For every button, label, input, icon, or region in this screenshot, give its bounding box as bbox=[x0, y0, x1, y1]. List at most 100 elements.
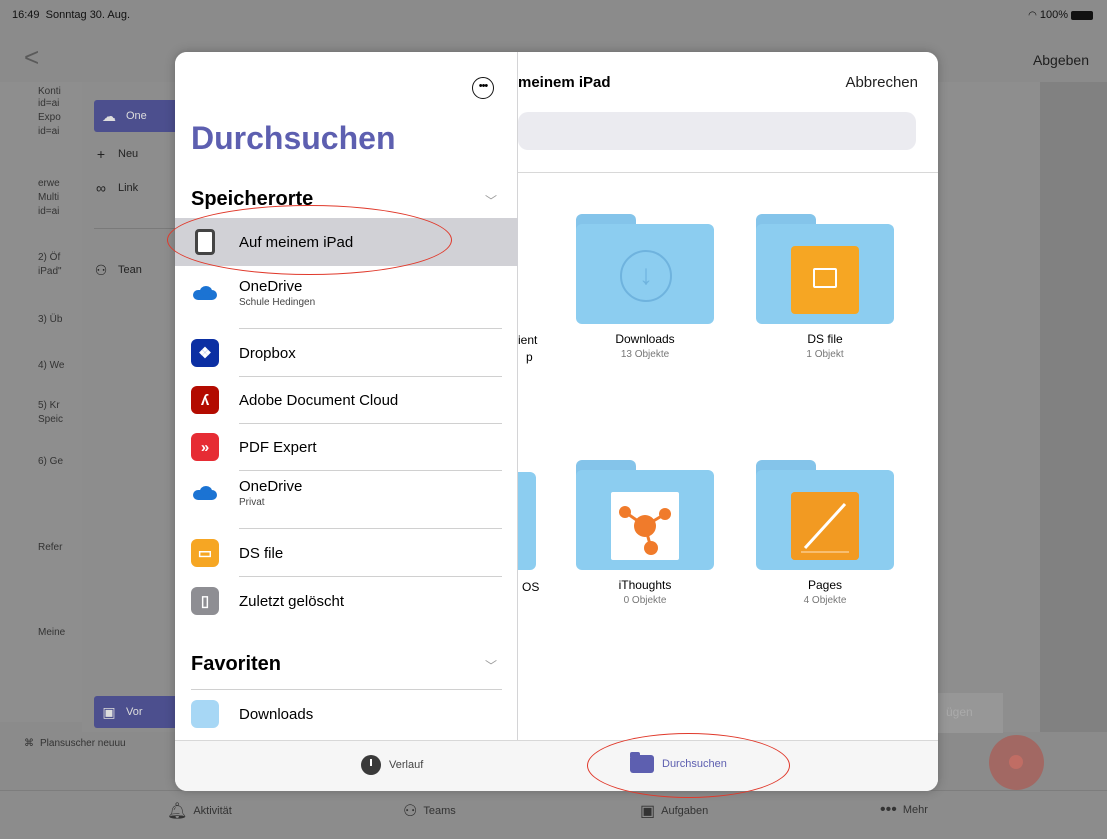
partial-folder-graphic[interactable] bbox=[518, 472, 536, 570]
text-line: 3) Üb bbox=[38, 314, 63, 325]
bell-icon: 🔔︎ bbox=[167, 803, 188, 820]
location-sublabel: Privat bbox=[239, 497, 265, 508]
location-label: DS file bbox=[239, 544, 284, 562]
ithoughts-folder-icon bbox=[611, 492, 679, 560]
tab-browse[interactable]: Durchsuchen bbox=[630, 752, 727, 773]
tab-activity[interactable]: 🔔︎ Aktivität bbox=[167, 801, 232, 821]
folder-icon bbox=[191, 700, 219, 728]
folder-ithoughts[interactable]: iThoughts 0 Objekte bbox=[576, 460, 714, 606]
battery-indicator: ◠ 100% bbox=[1028, 9, 1093, 21]
location-label: PDF Expert bbox=[239, 438, 317, 456]
onedrive-icon bbox=[191, 479, 219, 507]
favorite-downloads[interactable]: Downloads bbox=[175, 690, 518, 738]
text-line: Expo bbox=[38, 112, 61, 123]
tab-recents[interactable]: Verlauf bbox=[361, 755, 423, 775]
location-recently-deleted[interactable]: ▯ Zuletzt gelöscht bbox=[175, 577, 518, 625]
tab-teams[interactable]: ⚇ Teams bbox=[403, 801, 456, 821]
pages-folder-icon bbox=[791, 492, 859, 560]
submit-button[interactable]: Abgeben bbox=[1033, 52, 1089, 68]
adobe-icon: ʎ bbox=[191, 386, 219, 414]
ds-file-icon: ▭ bbox=[191, 539, 219, 567]
folder-count: 0 Objekte bbox=[623, 595, 667, 606]
teams-icon: ⚇ bbox=[94, 261, 108, 278]
background-popup-menu: ☁ One + Neu ∞ Link ⚇ Tean ▣ Vor bbox=[82, 82, 184, 732]
tab-assignments[interactable]: ▣ Aufgaben bbox=[640, 801, 708, 821]
pdf-expert-icon: » bbox=[191, 433, 219, 461]
trash-icon: ▯ bbox=[191, 587, 219, 615]
popup-item-bottom: ▣ Vor bbox=[94, 696, 184, 728]
plan-icon: ⌘ bbox=[24, 738, 34, 749]
ds-file-folder-icon bbox=[791, 246, 859, 314]
plan-row: ⌘ Plansuscher neuuu bbox=[24, 738, 126, 749]
text-line: 2) Öf bbox=[38, 252, 61, 263]
tab-more[interactable]: ••• Mehr bbox=[880, 801, 928, 819]
location-ds-file[interactable]: ▭ DS file bbox=[175, 529, 518, 577]
popup-item-new: + Neu bbox=[94, 138, 138, 170]
popup-item-onedrive: ☁ One bbox=[94, 100, 184, 132]
location-adobe-document-cloud[interactable]: ʎ Adobe Document Cloud bbox=[175, 376, 518, 424]
location-onedrive-private[interactable]: OneDrive Privat bbox=[175, 472, 518, 520]
chevron-down-icon[interactable]: ﹀ bbox=[485, 192, 497, 209]
dropbox-icon: ❖ bbox=[191, 339, 219, 367]
folder-ds-file[interactable]: DS file 1 Objekt bbox=[756, 214, 894, 360]
row-divider bbox=[239, 470, 502, 471]
location-label: Auf meinem iPad bbox=[239, 233, 354, 251]
section-favorites: Favoriten bbox=[191, 653, 282, 675]
content-divider bbox=[518, 172, 938, 173]
bag-icon: ▣ bbox=[640, 803, 656, 820]
text-line: iPad" bbox=[38, 266, 62, 277]
location-onedrive-school[interactable]: OneDrive Schule Hedingen bbox=[175, 272, 518, 320]
tab-label: Durchsuchen bbox=[662, 758, 727, 770]
location-dropbox[interactable]: ❖ Dropbox bbox=[175, 329, 518, 377]
folder-name: Pages bbox=[807, 578, 843, 592]
teams-tabbar: 🔔︎ Aktivität ⚇ Teams ▣ Aufgaben ••• Mehr bbox=[0, 790, 1107, 839]
folder-count: 1 Objekt bbox=[806, 349, 844, 360]
text-line: 6) Ge bbox=[38, 456, 64, 467]
folder-pages[interactable]: Pages 4 Objekte bbox=[756, 460, 894, 606]
location-label: Adobe Document Cloud bbox=[239, 391, 399, 409]
popup-divider bbox=[94, 228, 182, 229]
text-line: Multi bbox=[38, 192, 60, 203]
text-line: Meine bbox=[38, 627, 66, 638]
browse-content: meinem iPad Abbrechen ient p OS ↓ Downlo… bbox=[518, 52, 938, 740]
background-right-strip bbox=[1040, 82, 1107, 732]
location-label: Dropbox bbox=[239, 344, 296, 362]
location-label: OneDrive bbox=[239, 478, 303, 495]
popup-item-link: ∞ Link bbox=[96, 180, 139, 196]
location-label: OneDrive bbox=[239, 278, 303, 295]
status-time: 16:49 Sonntag 30. Aug. bbox=[12, 9, 131, 21]
assistive-touch-icon[interactable] bbox=[989, 735, 1044, 790]
location-on-my-ipad[interactable]: Auf meinem iPad bbox=[175, 218, 518, 266]
battery-icon bbox=[1071, 10, 1093, 20]
folder-name: DS file bbox=[807, 332, 843, 346]
partial-folder-label: OS bbox=[522, 580, 540, 594]
cloud-icon: ☁ bbox=[102, 107, 116, 124]
status-bar: 16:49 Sonntag 30. Aug. ◠ 100% bbox=[0, 0, 1107, 30]
battery-percent: 100% bbox=[1039, 9, 1068, 21]
location-pdf-expert[interactable]: » PDF Expert bbox=[175, 423, 518, 471]
browse-sidebar: ••• Durchsuchen Speicherorte ﹀ Auf meine… bbox=[175, 52, 518, 740]
clock-icon bbox=[361, 755, 381, 775]
folder-name: iThoughts bbox=[618, 578, 672, 592]
chevron-down-icon[interactable]: ﹀ bbox=[485, 657, 497, 674]
text-line: 5) Kr bbox=[38, 400, 60, 411]
folder-count: 4 Objekte bbox=[803, 595, 847, 606]
ipad-icon bbox=[191, 228, 219, 256]
favorite-label: Downloads bbox=[239, 705, 314, 723]
partial-folder-label: p bbox=[526, 350, 533, 364]
download-folder-icon: ↓ bbox=[620, 250, 672, 302]
text-line: erwe bbox=[38, 178, 60, 189]
search-input[interactable] bbox=[518, 112, 916, 150]
more-options-button[interactable]: ••• bbox=[472, 77, 494, 99]
back-button[interactable]: < bbox=[24, 42, 39, 73]
text-line: Speic bbox=[38, 414, 64, 425]
folder-downloads[interactable]: ↓ Downloads 13 Objekte bbox=[576, 214, 714, 360]
location-sublabel: Schule Hedingen bbox=[239, 297, 316, 308]
folder-icon bbox=[630, 752, 654, 773]
text-line: id=ai bbox=[38, 206, 60, 217]
teams-icon: ⚇ bbox=[403, 803, 418, 820]
location-title: meinem iPad bbox=[518, 74, 611, 91]
text-line: Refer bbox=[38, 542, 63, 553]
cancel-button[interactable]: Abbrechen bbox=[845, 74, 918, 91]
link-icon: ∞ bbox=[96, 180, 106, 196]
